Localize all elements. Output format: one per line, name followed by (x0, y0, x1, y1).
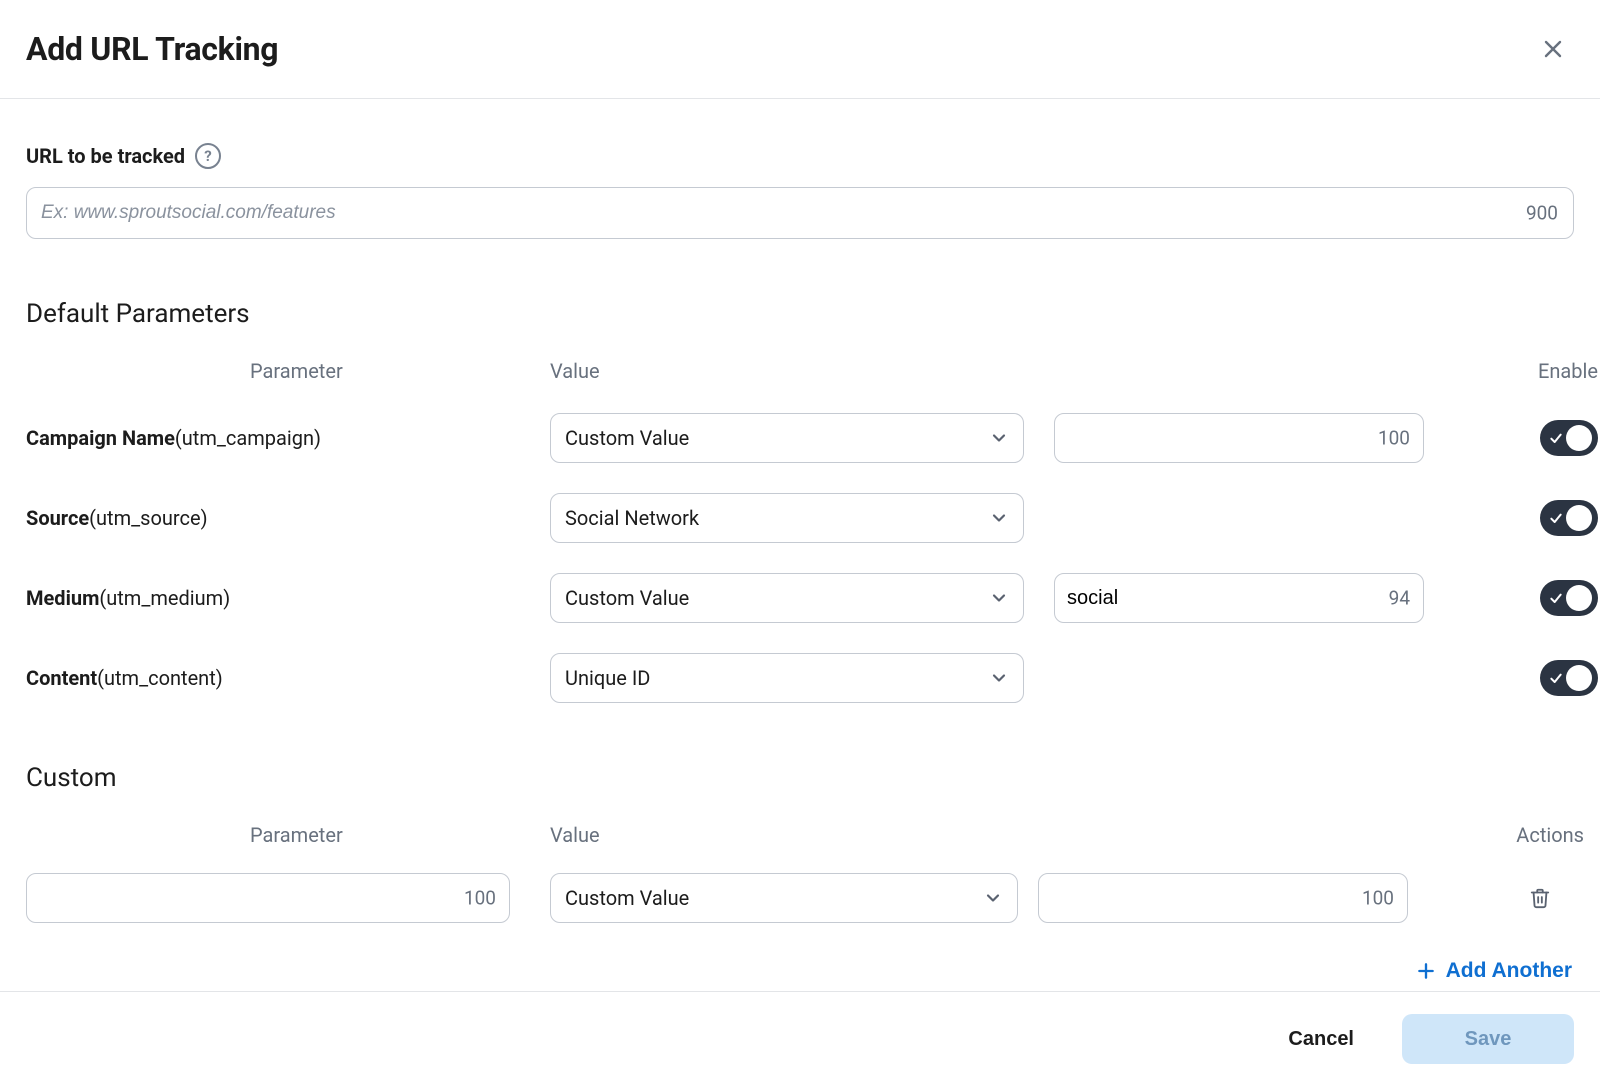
save-button[interactable]: Save (1402, 1014, 1574, 1064)
select-source-value[interactable]: Social Network (550, 493, 1024, 543)
col-value: Value (550, 359, 1024, 383)
campaign-value-count: 100 (1378, 427, 1410, 450)
custom-value-input-wrap: 100 (1038, 873, 1408, 923)
cancel-button[interactable]: Cancel (1258, 1014, 1384, 1064)
custom-param-count: 100 (464, 887, 496, 910)
help-icon[interactable]: ? (195, 143, 221, 169)
chevron-down-icon (983, 888, 1003, 908)
add-another-button[interactable]: Add Another (1416, 959, 1572, 983)
select-label: Custom Value (565, 426, 689, 450)
check-icon (1548, 510, 1564, 526)
trash-icon (1529, 887, 1551, 909)
select-label: Custom Value (565, 886, 689, 910)
url-input-wrap: 900 (26, 187, 1574, 239)
default-param-row: Campaign Name(utm_campaign) Custom Value… (26, 413, 1574, 463)
toggle-knob (1566, 425, 1592, 451)
default-params-section-title: Default Parameters (26, 299, 1574, 329)
add-another-row: Add Another (26, 959, 1574, 983)
default-param-row: Content(utm_content) Unique ID (26, 653, 1574, 703)
select-custom-value[interactable]: Custom Value (550, 873, 1018, 923)
plus-icon (1416, 961, 1436, 981)
custom-section-title: Custom (26, 763, 1574, 793)
check-icon (1548, 590, 1564, 606)
chevron-down-icon (989, 428, 1009, 448)
check-icon (1548, 430, 1564, 446)
custom-param-input[interactable] (26, 873, 510, 923)
param-name-medium: Medium(utm_medium) (26, 586, 550, 610)
medium-value-input[interactable] (1054, 573, 1424, 623)
param-name-content: Content(utm_content) (26, 666, 550, 690)
col-actions: Actions (1410, 823, 1590, 847)
custom-columns: Parameter Value Actions (26, 823, 1574, 847)
add-url-tracking-modal: Add URL Tracking URL to be tracked ? 900… (0, 0, 1600, 1086)
toggle-source-enable[interactable] (1540, 500, 1598, 536)
url-field-label: URL to be tracked (26, 144, 185, 168)
default-param-row: Source(utm_source) Social Network (26, 493, 1574, 543)
toggle-campaign-enable[interactable] (1540, 420, 1598, 456)
campaign-value-input[interactable] (1054, 413, 1424, 463)
toggle-content-enable[interactable] (1540, 660, 1598, 696)
chevron-down-icon (989, 588, 1009, 608)
custom-value-input[interactable] (1038, 873, 1408, 923)
select-label: Unique ID (565, 666, 650, 690)
modal-body: URL to be tracked ? 900 Default Paramete… (0, 99, 1600, 991)
modal-title: Add URL Tracking (26, 30, 278, 68)
select-label: Custom Value (565, 586, 689, 610)
col-value: Value (550, 823, 1018, 847)
medium-value-count: 94 (1389, 587, 1410, 610)
url-field-label-row: URL to be tracked ? (26, 143, 1574, 169)
chevron-down-icon (989, 508, 1009, 528)
toggle-knob (1566, 585, 1592, 611)
chevron-down-icon (989, 668, 1009, 688)
select-campaign-value[interactable]: Custom Value (550, 413, 1024, 463)
col-enable: Enable (1424, 359, 1600, 383)
url-input[interactable] (26, 187, 1574, 239)
col-parameter: Parameter (26, 359, 550, 383)
param-name-campaign: Campaign Name(utm_campaign) (26, 426, 550, 450)
url-char-count: 900 (1526, 202, 1558, 225)
delete-custom-row-button[interactable] (1520, 878, 1560, 918)
close-button[interactable] (1532, 28, 1574, 70)
modal-header: Add URL Tracking (0, 0, 1600, 99)
param-name-source: Source(utm_source) (26, 506, 550, 530)
select-label: Social Network (565, 506, 699, 530)
toggle-knob (1566, 505, 1592, 531)
select-content-value[interactable]: Unique ID (550, 653, 1024, 703)
medium-value-input-wrap: 94 (1054, 573, 1424, 623)
select-medium-value[interactable]: Custom Value (550, 573, 1024, 623)
custom-param-row: 100 Custom Value 100 (26, 873, 1574, 923)
col-parameter: Parameter (26, 823, 550, 847)
custom-value-count: 100 (1362, 887, 1394, 910)
campaign-value-input-wrap: 100 (1054, 413, 1424, 463)
add-another-label: Add Another (1446, 959, 1572, 983)
default-param-row: Medium(utm_medium) Custom Value 94 (26, 573, 1574, 623)
default-params-columns: Parameter Value Enable (26, 359, 1574, 383)
toggle-medium-enable[interactable] (1540, 580, 1598, 616)
custom-param-input-wrap: 100 (26, 873, 510, 923)
check-icon (1548, 670, 1564, 686)
close-icon (1541, 37, 1565, 61)
modal-footer: Cancel Save (0, 991, 1600, 1086)
toggle-knob (1566, 665, 1592, 691)
